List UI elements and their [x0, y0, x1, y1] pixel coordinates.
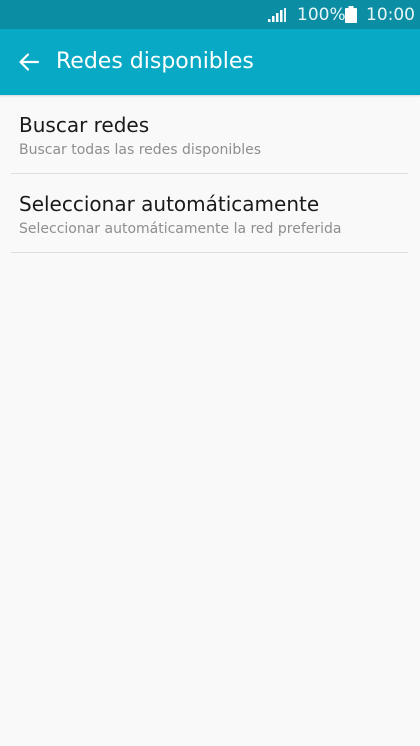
page-title: Redes disponibles: [56, 49, 254, 74]
list-item-select-automatically[interactable]: Seleccionar automáticamente Seleccionar …: [0, 174, 420, 253]
back-button[interactable]: [8, 41, 50, 83]
battery-icon: [345, 6, 357, 23]
screen: 100% 10:00 Redes disponibles Buscar rede…: [0, 0, 420, 746]
clock: 10:00: [366, 5, 415, 25]
divider: [11, 252, 408, 253]
list-item-title: Buscar redes: [19, 113, 150, 137]
battery-percentage: 100%: [297, 5, 346, 25]
network-options-list: Buscar redes Buscar todas las redes disp…: [0, 95, 420, 253]
signal-icon: [268, 8, 286, 22]
list-item-search-networks[interactable]: Buscar redes Buscar todas las redes disp…: [0, 95, 420, 174]
list-item-subtitle: Buscar todas las redes disponibles: [19, 142, 262, 158]
list-item-title: Seleccionar automáticamente: [19, 192, 320, 216]
status-bar: 100% 10:00: [0, 0, 420, 29]
app-bar: Redes disponibles: [0, 29, 420, 95]
list-item-subtitle: Seleccionar automáticamente la red prefe…: [19, 221, 342, 237]
arrow-left-icon: [19, 53, 40, 71]
